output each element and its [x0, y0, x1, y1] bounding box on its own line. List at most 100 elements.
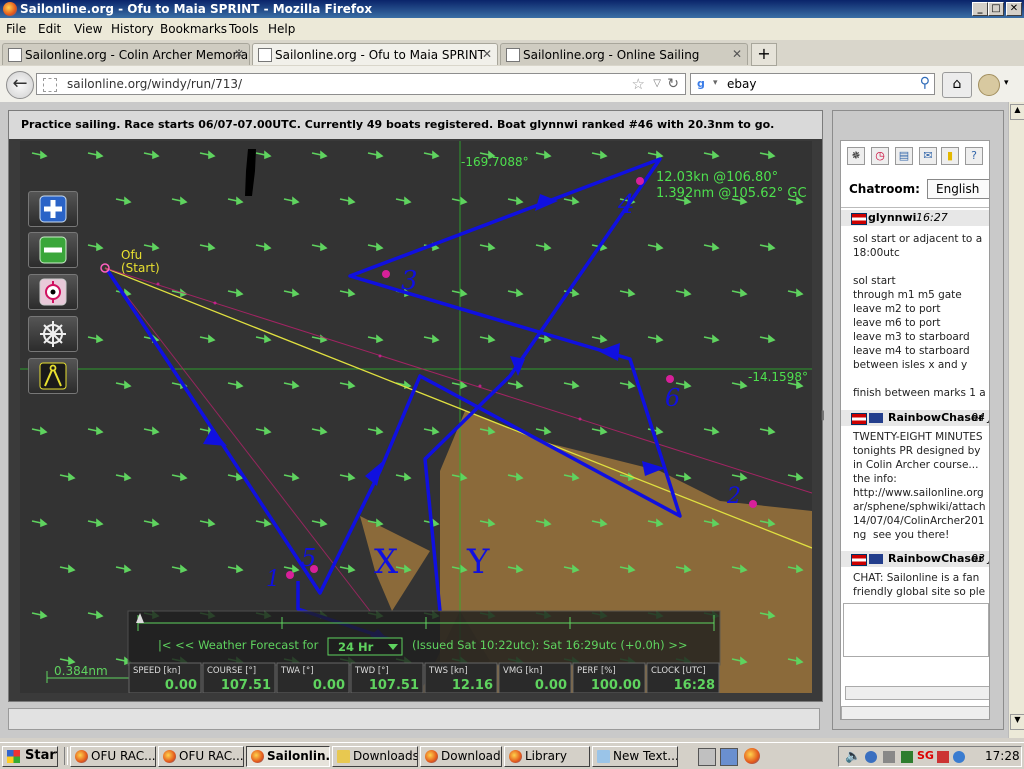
sg-tray-icon[interactable]: SG [917, 749, 934, 762]
zoom-out-button[interactable] [28, 232, 78, 268]
chat-bottom-scrollbar[interactable] [841, 706, 989, 719]
instrument-label: VMG [kn] [503, 666, 542, 676]
instrument-value: 12.16 [452, 678, 493, 693]
instrument-label: SPEED [kn] [133, 666, 180, 676]
chat-input[interactable] [843, 603, 989, 657]
scroll-up-icon[interactable]: ▲ [1010, 104, 1024, 120]
tab-colin-archer[interactable]: Sailonline.org - Colin Archer Memorial R… [2, 43, 250, 65]
taskbar-item[interactable]: Downloads [332, 746, 418, 767]
steering-button[interactable] [28, 316, 78, 352]
taskbar-item[interactable]: Downloads [420, 746, 502, 767]
chat-bubble-icon[interactable]: ✉ [919, 147, 937, 165]
tab-close-icon[interactable]: ✕ [482, 47, 492, 61]
help-icon[interactable]: ? [965, 147, 983, 165]
notes-icon[interactable]: ▮ [941, 147, 959, 165]
instrument-value: 107.51 [369, 678, 419, 693]
home-button[interactable]: ⌂ [942, 72, 972, 98]
panel-splitter-handle[interactable]: ‖ [820, 410, 828, 430]
search-icon[interactable]: ⚲ [920, 75, 930, 91]
taskbar: Start OFU RAC... OFU RAC... Sailonlin...… [0, 742, 1024, 769]
message-text: sol start or adjacent to a 18:00utc sol … [853, 233, 986, 399]
close-window-button[interactable]: ✕ [1006, 2, 1022, 16]
start-button[interactable]: Start [2, 746, 58, 767]
taskbar-item[interactable]: OFU RAC... [158, 746, 244, 767]
menu-view[interactable]: View [74, 22, 102, 36]
taskbar-item[interactable]: New Text... [592, 746, 678, 767]
scale-label: 0.384nm [54, 664, 108, 678]
clock-icon[interactable]: ◷ [871, 147, 889, 165]
chat-hscrollbar[interactable] [845, 686, 989, 700]
menu-tools[interactable]: Tools [229, 22, 259, 36]
quicklaunch-firefox-icon[interactable] [744, 748, 760, 764]
message-user[interactable]: RainbowChaser [888, 552, 984, 565]
new-tab-button[interactable]: + [751, 43, 777, 66]
menu-help[interactable]: Help [268, 22, 295, 36]
quicklaunch-explorer-icon[interactable] [720, 748, 738, 766]
google-icon[interactable]: g [697, 77, 711, 91]
message-text: TWENTY-EIGHT MINUTES tonights PR designe… [853, 431, 986, 541]
center-boat-button[interactable] [28, 274, 78, 310]
menu-history[interactable]: History [111, 22, 154, 36]
compass-pin-icon [39, 278, 67, 306]
menu-bookmarks[interactable]: Bookmarks [160, 22, 227, 36]
bookmark-star-icon[interactable]: ☆ [632, 75, 645, 93]
rankings-icon[interactable]: ▤ [895, 147, 913, 165]
url-text: sailonline.org/windy/run/713/ [67, 77, 243, 91]
taskbar-item-label: New Text... [613, 749, 678, 763]
measure-tool-button[interactable] [28, 358, 78, 394]
mark-5-label: 5 [301, 544, 316, 572]
taskbar-item[interactable]: OFU RAC... [70, 746, 156, 767]
engine-dropdown-icon[interactable]: ▾ [713, 78, 718, 88]
flag-icon [851, 213, 867, 225]
status-field[interactable] [8, 708, 820, 730]
address-bar[interactable]: sailonline.org/windy/run/713/ ☆ ▽ ↻ [36, 73, 686, 95]
instrument-cell: TWA [°] 0.00 [276, 662, 350, 693]
tab-label: Sailonline.org - Ofu to Maia SPRINT [275, 48, 485, 62]
settings-wheel-icon[interactable]: ✵ [847, 147, 865, 165]
menu-file[interactable]: File [6, 22, 26, 36]
taskbar-item-label: Sailonlin... [267, 749, 330, 763]
instrument-label: TWS [kn] [428, 666, 468, 676]
race-map[interactable]: 4 3 6 2 5 1 X Y -169.7088° -14.1598° 12.… [20, 141, 812, 693]
race-info-text: Practice sailing. Race starts 06/07-07.0… [21, 118, 775, 131]
instrument-cell: COURSE [°] 107.51 [202, 662, 276, 693]
page-scrollbar[interactable]: ▲ ▼ [1008, 102, 1024, 738]
search-box[interactable]: g ▾ ebay ⚲ [690, 73, 935, 95]
addon-icon[interactable] [978, 74, 1000, 96]
message-user[interactable]: RainbowChaser [888, 411, 984, 424]
flag-icon [869, 413, 883, 423]
tray-app-icon[interactable] [883, 751, 895, 763]
network-icon[interactable] [865, 751, 877, 763]
menu-edit[interactable]: Edit [38, 22, 61, 36]
back-button[interactable]: ← [6, 71, 34, 99]
toolbar-menu-icon[interactable]: ▾ [1004, 78, 1009, 88]
zoom-in-button[interactable] [28, 191, 78, 227]
site-identity-icon[interactable] [43, 78, 57, 92]
race-info-bar: Practice sailing. Race starts 06/07-07.0… [9, 111, 822, 139]
message-time: 16:27 [916, 211, 948, 224]
minimize-button[interactable]: _ [972, 2, 988, 16]
tab-online-sailing[interactable]: Sailonline.org - Online Sailing ✕ [500, 43, 748, 65]
taskbar-item-active[interactable]: Sailonlin... [246, 746, 330, 767]
message-user[interactable]: glynnwi [868, 211, 916, 224]
tab-close-icon[interactable]: ✕ [234, 47, 244, 61]
tab-close-icon[interactable]: ✕ [732, 47, 742, 61]
tray-app-icon[interactable] [901, 751, 913, 763]
reload-icon[interactable]: ↻ [667, 76, 679, 92]
tab-ofu-to-maia[interactable]: Sailonline.org - Ofu to Maia SPRINT ✕ [252, 43, 498, 65]
forecast-prefix: |< << Weather Forecast for [158, 638, 319, 652]
volume-icon[interactable]: 🔈 [845, 749, 861, 764]
message-time: 04 J [971, 411, 990, 424]
quicklaunch-desktop-icon[interactable] [698, 748, 716, 766]
tray-app-icon[interactable] [937, 751, 949, 763]
page-icon [8, 48, 22, 62]
url-dropdown-icon[interactable]: ▽ [653, 78, 661, 89]
taskbar-item[interactable]: Library [504, 746, 590, 767]
flag-icon [851, 413, 867, 425]
instrument-cell: TWS [kn] 12.16 [424, 662, 498, 693]
tray-globe-icon[interactable] [953, 751, 965, 763]
sailonline-icon [506, 48, 520, 62]
language-select[interactable]: English [927, 179, 989, 199]
maximize-button[interactable]: □ [988, 2, 1004, 16]
scroll-down-icon[interactable]: ▼ [1010, 714, 1024, 730]
